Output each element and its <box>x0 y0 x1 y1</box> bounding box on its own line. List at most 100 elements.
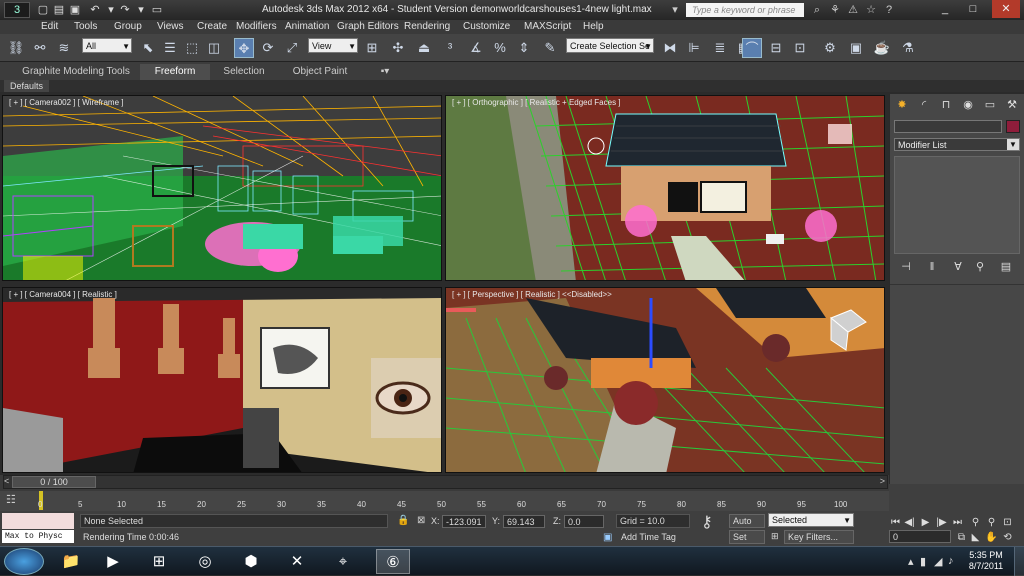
help-dropdown-icon[interactable]: ▾ <box>668 3 682 17</box>
go-to-end-icon[interactable]: ⏭ <box>951 516 964 529</box>
redo-icon[interactable]: ↷ <box>118 3 132 17</box>
viewport-camera004-realistic[interactable]: [ + ] [ Camera004 ] [ Realistic ] <box>2 287 442 473</box>
menu-create[interactable]: Create <box>197 20 227 34</box>
minimize-button[interactable]: _ <box>934 0 956 18</box>
remove-modifier-icon[interactable]: ⚲ <box>972 260 988 274</box>
menu-customize[interactable]: Customize <box>463 20 510 34</box>
align-icon[interactable]: ⊫ <box>684 38 704 58</box>
menu-modifiers[interactable]: Modifiers <box>236 20 277 34</box>
make-unique-icon[interactable]: ∀ <box>950 260 966 274</box>
3d-box-app-icon[interactable]: ⬢ <box>234 549 268 574</box>
tab-graphite-modeling-tools[interactable]: Graphite Modeling Tools <box>18 64 134 80</box>
modifier-list-dropdown[interactable]: Modifier List ▼ <box>894 138 1020 151</box>
ribbon-options-icon[interactable]: ▪▾ <box>374 64 396 80</box>
orbit-icon[interactable]: ⟲ <box>1001 531 1014 544</box>
menu-views[interactable]: Views <box>157 20 184 34</box>
named-selection-sets-dropdown[interactable]: Create Selection Se ▼ <box>566 38 654 53</box>
tab-freeform[interactable]: Freeform <box>140 64 210 80</box>
open-mini-curve-editor-icon[interactable]: ☷ <box>6 493 16 506</box>
render-setup-icon[interactable]: ⚙ <box>820 38 840 58</box>
object-name-field[interactable] <box>894 120 1002 133</box>
menu-graph-editors[interactable]: Graph Editors <box>337 20 399 34</box>
application-button[interactable]: 3 <box>4 2 30 18</box>
select-object-icon[interactable]: ⬉ <box>138 38 158 58</box>
curve-editor-icon[interactable]: ⌒ <box>742 38 762 58</box>
time-tag-icon[interactable]: ▣ <box>600 531 612 545</box>
undo-dropdown-icon[interactable]: ▾ <box>104 3 118 17</box>
absolute-mode-transform-icon[interactable]: ⊠ <box>414 514 428 528</box>
x-coordinate-field[interactable]: -123.091 <box>442 515 486 528</box>
configure-modifier-sets-icon[interactable]: ▤ <box>998 260 1014 274</box>
3ds-max-taskbar-icon[interactable]: ⑥ <box>376 549 410 574</box>
new-scene-icon[interactable]: ▢ <box>36 3 50 17</box>
close-button[interactable]: ✕ <box>992 0 1020 18</box>
display-panel-icon[interactable]: ▭ <box>982 98 998 112</box>
reference-coordinate-dropdown[interactable]: View ▼ <box>308 38 358 53</box>
search-icon[interactable]: ⌕ <box>810 3 824 17</box>
viewport-label[interactable]: [ + ] [ Camera002 ] [ Wireframe ] <box>9 98 123 107</box>
subscription-center-icon[interactable]: ⚘ <box>828 3 842 17</box>
select-and-move-icon[interactable]: ✥ <box>234 38 254 58</box>
crosshair-game-icon[interactable]: ⌖ <box>326 549 360 574</box>
edit-named-selection-icon[interactable]: ✎ <box>540 38 560 58</box>
utilities-panel-icon[interactable]: ⚒ <box>1004 98 1020 112</box>
rectangular-selection-icon[interactable]: ⬚ <box>182 38 202 58</box>
menu-group[interactable]: Group <box>114 20 142 34</box>
hierarchy-panel-icon[interactable]: ⊓ <box>938 98 954 112</box>
percent-snap-icon[interactable]: % <box>490 38 510 58</box>
chrome-icon[interactable]: ◎ <box>188 549 222 574</box>
viewport-label[interactable]: [ + ] [ Perspective ] [ Realistic ] <<Di… <box>452 290 612 299</box>
bind-space-warp-icon[interactable]: ≋ <box>54 38 74 58</box>
open-file-icon[interactable]: ▤ <box>52 3 66 17</box>
object-color-swatch[interactable] <box>1006 120 1020 133</box>
viewport-camera002-wireframe[interactable]: [ + ] [ Camera002 ] [ Wireframe ] <box>2 95 442 281</box>
time-slider-track[interactable]: < 0 / 100 > <box>3 475 888 489</box>
menu-tools[interactable]: Tools <box>74 20 97 34</box>
selection-filter-dropdown[interactable]: All ▼ <box>82 38 132 53</box>
y-coordinate-field[interactable]: 69.143 <box>503 515 545 528</box>
tab-selection[interactable]: Selection <box>214 64 274 80</box>
rendered-frame-icon[interactable]: ▣ <box>846 38 866 58</box>
select-and-link-icon[interactable]: ⛓ <box>6 38 26 58</box>
select-by-name-icon[interactable]: ☰ <box>160 38 180 58</box>
tray-signal-icon[interactable]: ◢ <box>934 555 942 568</box>
schematic-view-icon[interactable]: ⊟ <box>766 38 786 58</box>
current-frame-field[interactable]: 0 <box>889 530 951 543</box>
tray-network-icon[interactable]: ▮ <box>920 555 926 568</box>
menu-edit[interactable]: Edit <box>41 20 58 34</box>
redo-dropdown-icon[interactable]: ▾ <box>134 3 148 17</box>
menu-animation[interactable]: Animation <box>285 20 329 34</box>
set-key-button[interactable]: Set Key <box>729 530 765 555</box>
maxscript-mini-listener[interactable]: Max to Physc <box>2 530 74 543</box>
tray-up-arrow-icon[interactable]: ▴ <box>908 555 914 568</box>
xfire-icon[interactable]: ✕ <box>280 549 314 574</box>
previous-frame-icon[interactable]: < <box>4 476 9 486</box>
save-file-icon[interactable]: ▣ <box>68 3 82 17</box>
time-slider-handle[interactable]: 0 / 100 <box>12 476 96 488</box>
start-button[interactable] <box>4 548 44 575</box>
viewport-orthographic[interactable]: [ + ] [ Orthographic ] [ Realistic + Edg… <box>445 95 885 281</box>
viewport-perspective[interactable]: [ + ] [ Perspective ] [ Realistic ] <<Di… <box>445 287 885 473</box>
menu-maxscript[interactable]: MAXScript <box>524 20 571 34</box>
keyboard-shortcut-override-icon[interactable]: ⏏ <box>414 38 434 58</box>
favorites-icon[interactable]: ☆ <box>864 3 878 17</box>
system-clock[interactable]: 5:35 PM 8/7/2011 <box>962 550 1010 572</box>
zoom-icon[interactable]: ⚲ <box>969 516 982 529</box>
add-time-tag-button[interactable]: Add Time Tag <box>618 531 688 545</box>
pan-view-icon[interactable]: ✋ <box>985 531 998 544</box>
next-key-icon[interactable]: |▶ <box>935 516 948 529</box>
tab-object-paint[interactable]: Object Paint <box>280 64 360 80</box>
snaps-toggle-icon[interactable]: ³ <box>440 38 460 58</box>
render-production-icon[interactable]: ☕ <box>872 38 892 58</box>
select-and-scale-icon[interactable]: ⤢ <box>282 38 302 58</box>
pivot-center-icon[interactable]: ⊞ <box>362 38 382 58</box>
undo-icon[interactable]: ↶ <box>88 3 102 17</box>
viewport-label[interactable]: [ + ] [ Camera004 ] [ Realistic ] <box>9 290 117 299</box>
auto-key-button[interactable]: Auto Key <box>729 514 765 539</box>
explorer-icon[interactable]: 📁 <box>54 549 88 574</box>
track-bar[interactable]: ☷ 0 5 10 15 20 25 30 35 40 45 50 55 60 6… <box>0 491 889 511</box>
key-filters-icon[interactable]: ⊞ <box>768 530 780 544</box>
help-icon[interactable]: ? <box>882 3 896 17</box>
unlink-selection-icon[interactable]: ⚯ <box>30 38 50 58</box>
modify-panel-icon[interactable]: ◜ <box>916 98 932 112</box>
